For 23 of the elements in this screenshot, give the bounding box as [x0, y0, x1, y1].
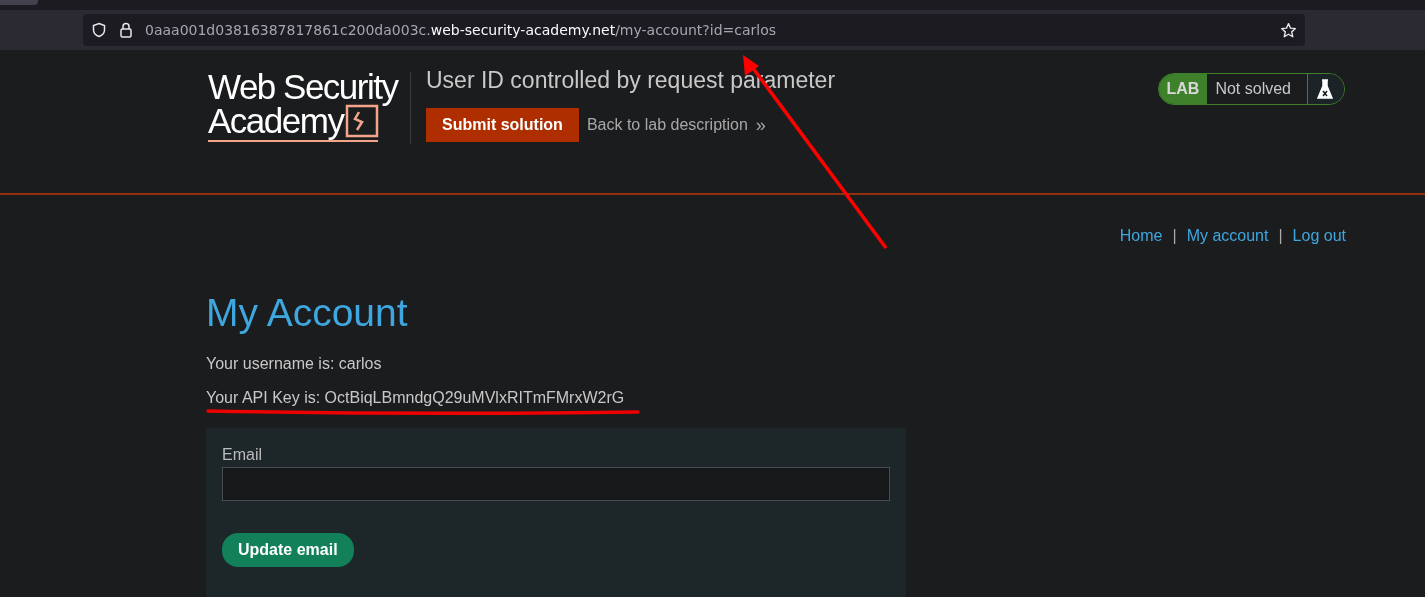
page-title: My Account: [206, 291, 409, 335]
api-key-text: Your API Key is: OctBiqLBmndgQ29uMVlxRITmFMrxW2rG: [206, 389, 626, 407]
nav-separator: |: [1278, 227, 1283, 245]
academy-logo[interactable]: Web Security Academy: [208, 70, 406, 142]
chevron-icon: »: [755, 114, 766, 136]
submit-solution-button[interactable]: Submit solution: [426, 108, 579, 142]
flask-icon: [1316, 78, 1334, 100]
email-field[interactable]: [222, 467, 890, 501]
nav-separator: |: [1172, 227, 1177, 245]
lab-badge: LAB: [1158, 74, 1208, 104]
back-to-lab-link[interactable]: Back to lab description: [586, 116, 748, 134]
shield-icon: [91, 22, 107, 38]
email-label: Email: [222, 446, 262, 464]
bookmark-star-icon[interactable]: [1280, 21, 1297, 39]
nav-link[interactable]: Home: [1119, 227, 1163, 245]
nav-link[interactable]: Log out: [1292, 227, 1346, 245]
lock-icon: [119, 22, 133, 38]
username-text: Your username is: carlos: [206, 355, 383, 373]
update-email-button[interactable]: Update email: [222, 533, 354, 567]
nav-link[interactable]: My account: [1186, 227, 1269, 245]
browser-tab[interactable]: [0, 0, 38, 5]
url-text: 0aaa001d03816387817861c200da003c.web-security-academy.net/my-account?id=carlos: [145, 22, 778, 38]
address-bar[interactable]: 0aaa001d03816387817861c200da003c.web-security-academy.net/my-account?id=carlos: [83, 14, 1305, 46]
